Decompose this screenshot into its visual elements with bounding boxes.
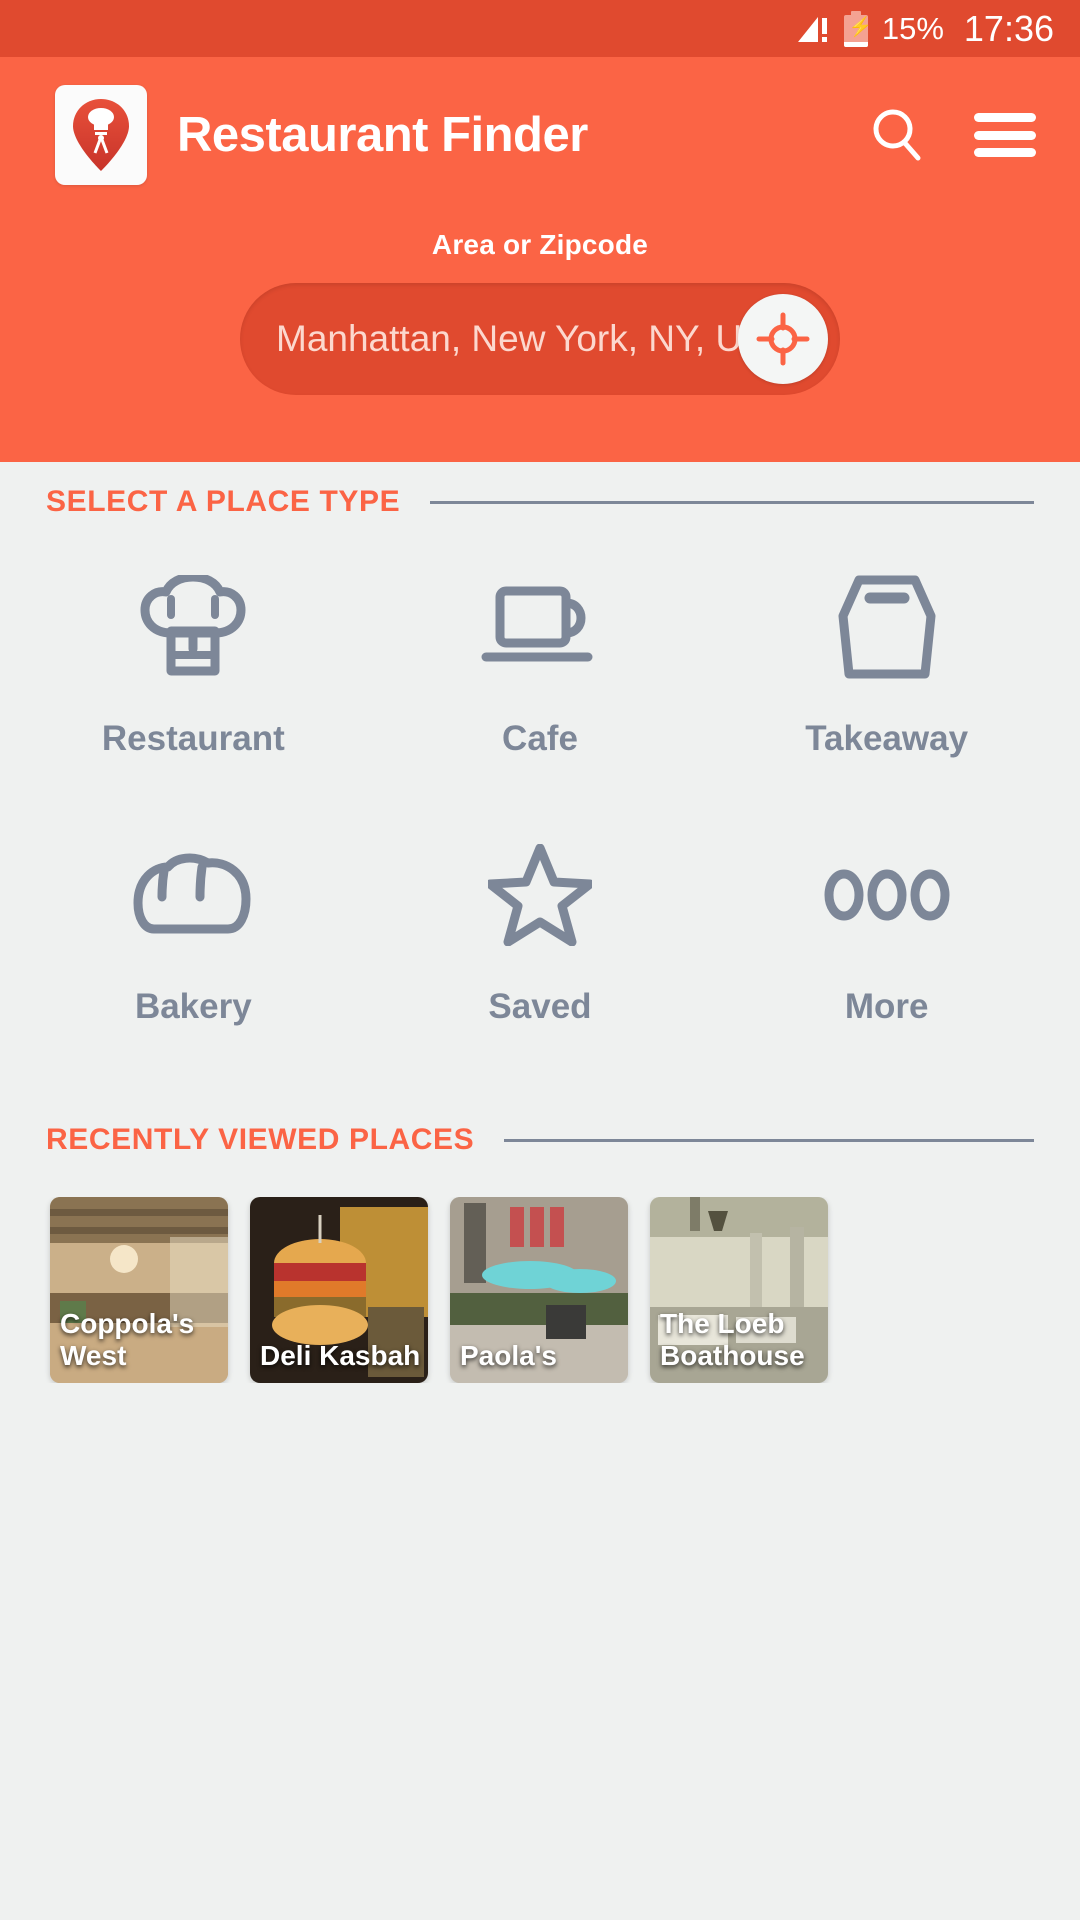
place-type-label: Bakery [134, 987, 252, 1026]
signal-warning-icon [796, 12, 830, 46]
list-item[interactable]: Coppola's West [50, 1197, 228, 1383]
place-name: Paola's [460, 1339, 557, 1371]
section-divider [504, 1138, 1034, 1142]
location-search-bar[interactable] [240, 283, 840, 395]
three-dots-icon [824, 839, 950, 951]
place-type-saved[interactable]: Saved [367, 839, 714, 1027]
crosshair-location-icon[interactable] [738, 294, 828, 384]
status-bar: ⚡ 15% 17:36 [0, 0, 1080, 57]
place-type-cafe[interactable]: Cafe [367, 571, 714, 759]
battery-charging-icon: ⚡ [843, 10, 873, 47]
app-logo [55, 85, 147, 185]
header-top-bar: Restaurant Finder [0, 57, 1080, 185]
place-type-more[interactable]: More [713, 839, 1060, 1027]
star-outline-icon [487, 839, 592, 951]
section-title-recent: RECENTLY VIEWED PLACES [46, 1123, 475, 1156]
content-sheet: SELECT A PLACE TYPE Restaurant Cafe Take… [0, 485, 1080, 1585]
place-type-label: Takeaway [805, 719, 969, 758]
place-type-label: Restaurant [101, 719, 285, 758]
place-type-label: More [844, 987, 929, 1026]
place-type-grid: Restaurant Cafe Takeaway Bakery Saved Mo… [0, 571, 1080, 1027]
restaurant-pin-logo [73, 99, 129, 171]
place-type-section-header: SELECT A PLACE TYPE [0, 485, 1080, 519]
list-item[interactable]: Paola's [450, 1197, 628, 1383]
coffee-cup-icon [476, 571, 604, 683]
place-name: Deli Kasbah [260, 1339, 421, 1371]
hamburger-menu-icon[interactable] [974, 104, 1036, 166]
takeaway-bag-icon [837, 571, 937, 683]
clock-label: 17:36 [963, 7, 1054, 49]
search-icon[interactable] [866, 104, 928, 166]
place-type-takeaway[interactable]: Takeaway [713, 571, 1060, 759]
battery-percent-label: 15% [881, 10, 944, 46]
bread-loaf-icon [128, 839, 258, 951]
recent-places-list[interactable]: Coppola's West Deli Kasbah Paola's The L… [0, 1197, 1080, 1383]
place-name: Coppola's West [60, 1308, 195, 1371]
recent-section-header: RECENTLY VIEWED PLACES [0, 1123, 1080, 1157]
section-title-place-type: SELECT A PLACE TYPE [46, 485, 401, 518]
list-item[interactable]: The Loeb Boathouse [650, 1197, 828, 1383]
place-type-bakery[interactable]: Bakery [20, 839, 367, 1027]
place-type-restaurant[interactable]: Restaurant [20, 571, 367, 759]
chef-hat-icon [137, 571, 249, 683]
place-type-label: Cafe [502, 719, 578, 758]
app-header: Restaurant Finder Area or Zipcode [0, 57, 1080, 462]
place-name: The Loeb Boathouse [660, 1308, 805, 1371]
place-type-label: Saved [488, 987, 592, 1026]
list-item[interactable]: Deli Kasbah [250, 1197, 428, 1383]
section-divider [430, 500, 1034, 504]
header-actions [866, 104, 1046, 166]
page-title: Restaurant Finder [177, 108, 588, 162]
search-field-label: Area or Zipcode [431, 229, 649, 260]
